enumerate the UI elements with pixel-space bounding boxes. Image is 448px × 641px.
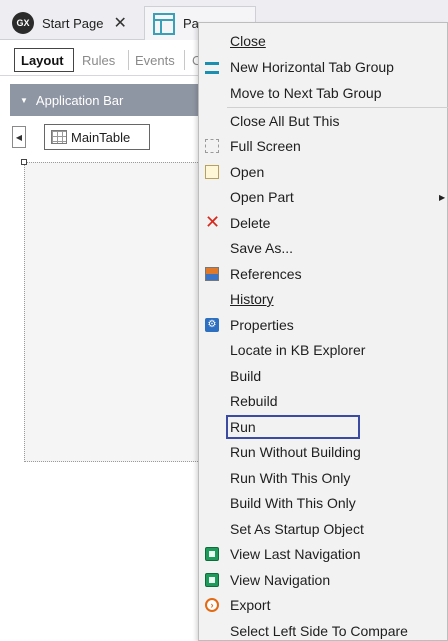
- horizontal-tab-group-icon: [205, 62, 219, 74]
- tab-start-page-label: Start Page: [42, 15, 104, 31]
- menu-item-label: Run: [226, 415, 360, 439]
- navigation-icon: [205, 547, 219, 561]
- menu-separator: [227, 107, 448, 108]
- menu-item-label: New Horizontal Tab Group: [230, 59, 394, 75]
- menu-item-label: History: [230, 291, 274, 307]
- application-bar-label: Application Bar: [35, 92, 124, 108]
- menu-item-open[interactable]: Open: [199, 160, 448, 184]
- export-icon: ›: [205, 598, 219, 612]
- subtab-divider: [184, 50, 185, 70]
- menu-item-rebuild[interactable]: Rebuild: [199, 389, 448, 413]
- genexus-logo-icon: GX: [12, 12, 34, 34]
- menu-item-run-without-building[interactable]: Run Without Building: [199, 440, 448, 464]
- subtab-layout[interactable]: Layout: [14, 48, 74, 72]
- collapse-triangle-icon[interactable]: ▼: [20, 96, 28, 105]
- menu-item-view-navigation[interactable]: View Navigation: [199, 568, 448, 592]
- scroll-left-icon[interactable]: ◀: [12, 126, 26, 148]
- subtab-rules[interactable]: Rules: [82, 48, 115, 72]
- menu-item-locate-in-kb-explorer[interactable]: Locate in KB Explorer: [199, 338, 448, 362]
- menu-item-select-left-side-to-compare[interactable]: Select Left Side To Compare: [199, 619, 448, 641]
- menu-item-view-last-navigation[interactable]: View Last Navigation: [199, 542, 448, 566]
- tab-context-menu: Close New Horizontal Tab Group Move to N…: [198, 22, 448, 641]
- menu-item-label: Run With This Only: [230, 470, 351, 486]
- submenu-arrow-icon: ▶: [439, 192, 446, 202]
- menu-item-label: View Navigation: [230, 572, 331, 588]
- menu-item-references[interactable]: References: [199, 262, 448, 286]
- menu-item-new-horizontal-tab-group[interactable]: New Horizontal Tab Group: [199, 55, 448, 79]
- references-icon: [205, 267, 219, 281]
- menu-item-label: Close All But This: [230, 113, 340, 129]
- menu-item-label: Select Left Side To Compare: [230, 623, 408, 639]
- menu-item-label: Run Without Building: [230, 444, 361, 460]
- panel-object-icon: [153, 12, 175, 35]
- menu-item-label: Open: [230, 164, 265, 180]
- navigation-icon: [205, 573, 219, 587]
- menu-item-set-as-startup-object[interactable]: Set As Startup Object: [199, 517, 448, 541]
- maintable-label: MainTable: [71, 129, 131, 145]
- menu-item-properties[interactable]: ⚙ Properties: [199, 313, 448, 337]
- subtab-events[interactable]: Events: [135, 48, 175, 72]
- subtab-divider: [128, 50, 129, 70]
- application-bar[interactable]: ▼ Application Bar: [10, 84, 220, 116]
- menu-item-close-all-but-this[interactable]: Close All But This: [199, 109, 448, 133]
- menu-item-build-with-this-only[interactable]: Build With This Only: [199, 491, 448, 515]
- menu-item-label: Save As...: [230, 240, 294, 256]
- menu-item-run-with-this-only[interactable]: Run With This Only: [199, 466, 448, 490]
- maintable-control[interactable]: MainTable: [44, 124, 150, 150]
- menu-item-run[interactable]: Run: [199, 415, 448, 439]
- maintable-design-area[interactable]: [21, 159, 212, 462]
- close-icon[interactable]: ✕: [113, 13, 126, 33]
- menu-item-label: References: [230, 266, 302, 282]
- menu-item-label: Rebuild: [230, 393, 278, 409]
- menu-item-label: Build: [230, 368, 262, 384]
- menu-item-history[interactable]: History: [199, 287, 448, 311]
- menu-item-label: Build With This Only: [230, 495, 356, 511]
- menu-item-label: Properties: [230, 317, 294, 333]
- menu-item-label: Export: [230, 597, 271, 613]
- menu-item-full-screen[interactable]: Full Screen: [199, 134, 448, 158]
- open-icon: [205, 165, 219, 179]
- menu-item-export[interactable]: › Export: [199, 593, 448, 617]
- table-grid-icon: [51, 130, 67, 144]
- menu-item-label: Locate in KB Explorer: [230, 342, 366, 358]
- menu-item-label: Delete: [230, 215, 271, 231]
- menu-item-label: Full Screen: [230, 138, 301, 154]
- delete-icon: ✕: [205, 212, 221, 232]
- menu-item-label: Open Part: [230, 189, 294, 205]
- menu-item-move-to-next-tab-group[interactable]: Move to Next Tab Group: [199, 81, 448, 105]
- menu-item-delete[interactable]: ✕ Delete: [199, 211, 448, 235]
- menu-item-build[interactable]: Build: [199, 364, 448, 388]
- menu-item-label: Close: [230, 33, 266, 49]
- tab-panel-object-label: Pa: [183, 16, 199, 31]
- menu-item-label: Move to Next Tab Group: [230, 85, 382, 101]
- menu-item-label: Set As Startup Object: [230, 521, 364, 537]
- tab-start-page[interactable]: GX Start Page ✕: [4, 6, 142, 40]
- resize-handle[interactable]: [21, 159, 27, 165]
- menu-item-label: View Last Navigation: [230, 546, 361, 562]
- menu-item-open-part[interactable]: Open Part ▶: [199, 185, 448, 209]
- properties-icon: ⚙: [205, 318, 219, 332]
- full-screen-icon: [205, 139, 219, 153]
- menu-item-close[interactable]: Close: [199, 29, 448, 53]
- menu-item-save-as[interactable]: Save As...: [199, 236, 448, 260]
